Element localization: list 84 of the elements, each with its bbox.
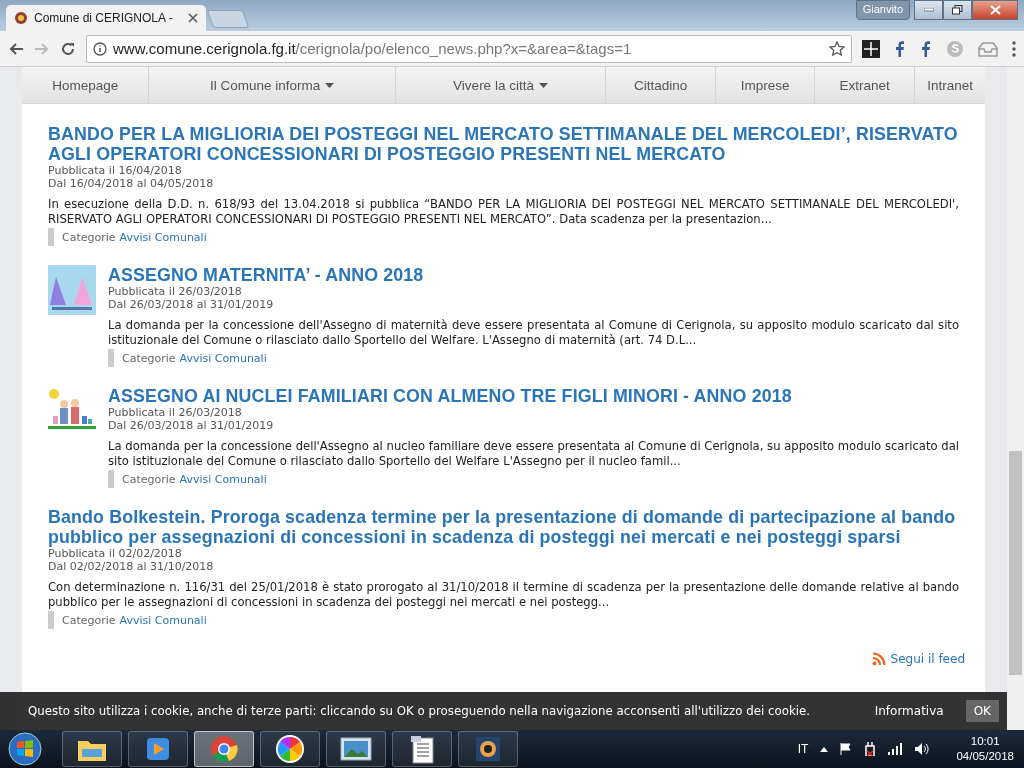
info-icon (93, 41, 107, 56)
chevron-up-icon[interactable] (820, 746, 829, 752)
news-summary: La domanda per la concessione dell'Assegno al nucleo familiare deve essere presentata al Comune di Cerignola, su apposito modulo scaricato dal sito istituzionale del Comune o rilasciato dallo Sportello del Welfare L'Assegno per il nucleo famil... (108, 439, 959, 469)
news-title[interactable]: ASSEGNO MATERNITA’ - ANNO 2018 (108, 265, 959, 285)
date-range: Dal 16/04/2018 al 04/05/2018 (48, 177, 215, 190)
taskbar-app[interactable] (260, 731, 320, 767)
publish-date: Pubblicata il 26/03/2018 (108, 406, 243, 419)
close-icon (989, 5, 1001, 15)
minimize-button[interactable] (914, 0, 943, 20)
category-marker (108, 349, 114, 367)
news-title[interactable]: ASSEGNO AI NUCLEI FAMILIARI CON ALMENO TRE FIGLI MINORI - ANNO 2018 (108, 386, 959, 406)
clock-date: 04/05/2018 (956, 749, 1014, 764)
ok-button[interactable]: OK (965, 700, 999, 722)
signal-icon[interactable] (888, 743, 903, 755)
thumbnail-image (48, 265, 96, 315)
restore-icon (952, 5, 963, 15)
category-marker (48, 228, 54, 246)
scrollbar-thumb[interactable] (1009, 451, 1022, 675)
url-text: www.comune.cerignola.fg.it/cerignola/po/elenco_news.php?x=&area=&tags=1 (113, 40, 632, 57)
scrollbar[interactable] (1007, 67, 1024, 730)
star-icon[interactable] (829, 40, 845, 57)
reload-icon[interactable] (60, 40, 76, 57)
nav-link[interactable]: Extranet (814, 67, 916, 103)
clock-time: 10:01 (970, 734, 1000, 749)
taskbar-app[interactable] (62, 731, 122, 767)
facebook-icon[interactable] (920, 40, 932, 57)
address-bar[interactable]: www.comune.cerignola.fg.it/cerignola/po/elenco_news.php?x=&area=&tags=1 (86, 34, 852, 63)
menu-icon[interactable] (1012, 40, 1016, 57)
close-icon[interactable] (188, 13, 198, 23)
date-range: Dal 26/03/2018 al 31/01/2019 (108, 419, 275, 432)
taskbar-app[interactable] (326, 731, 386, 767)
publish-date: Pubblicata il 16/04/2018 (48, 164, 183, 177)
back-icon[interactable] (8, 40, 24, 57)
nav-link[interactable]: Imprese (716, 67, 815, 103)
play-icon (145, 736, 171, 762)
nav-link[interactable]: Vivere la città (396, 67, 606, 103)
power-icon[interactable] (864, 742, 877, 756)
grid-icon[interactable] (862, 39, 880, 58)
news-summary: Con determinazione n. 116/31 del 25/01/2018 è stato prorogato al 31/10/2018 il termine di scadenza per la presentazione delle domande relative al bando pubblico per le assegnazioni di concessioni in scadenza dei posteggi nei mercati e nei postegg... (48, 580, 959, 610)
chrome-icon (210, 735, 238, 763)
speaker-icon[interactable] (914, 742, 931, 756)
privacy-link[interactable]: Informativa (874, 704, 944, 718)
news-summary: La domanda per la concessione dell'Assegno di maternità deve essere presentata al Comune di Cerignola, su apposito modulo scaricato dal sito istituzionale del Comune o rilasciato dallo Sportello del Welfare. L'Assegno di maternità (art. 74 D.L... (108, 318, 959, 348)
category-link[interactable]: Avvisi Comunali (179, 472, 267, 486)
category-link[interactable]: Avvisi Comunali (119, 230, 207, 244)
nav-link[interactable]: Cittadino (605, 67, 717, 103)
close-button[interactable] (972, 0, 1018, 20)
landscape-icon (340, 737, 372, 761)
category-link[interactable]: Avvisi Comunali (179, 351, 267, 365)
taskbar-app[interactable] (392, 731, 452, 767)
document-icon (409, 734, 435, 764)
news-title[interactable]: Bando Bolkestein. Proroga scadenza termine per la presentazione di domande di partecipazione al bando pubblico per assegnazioni di concessioni in scadenza di posteggi nei mercati e nei posteggi sparsi (48, 507, 959, 547)
start-button[interactable] (6, 731, 44, 767)
category-label: Categorie (62, 613, 116, 627)
cookie-message: Questo sito utilizza i cookie, anche di terze parti: cliccando su OK o proseguendo nella navigazione acconsenti all'utilizzo dei cookie. (28, 704, 811, 718)
category-marker (48, 611, 54, 629)
category-link[interactable]: Avvisi Comunali (119, 613, 207, 627)
date-range: Dal 26/03/2018 al 31/01/2019 (108, 298, 275, 311)
news-summary: In esecuzione della D.D. n. 618/93 del 13.04.2018 si pubblica “BANDO PER LA MIGLIORIA DEI POSTEGGI NEL MERCATO SETTIMANALE DEL MERCOLEDI', RISERVATO AGLI OPERATORI CONCESSIONARI DI POSTEGGIO PRESENTI NEL MERCATO”. Data scadenza per la presentazion... (48, 197, 959, 227)
taskbar-app[interactable] (458, 731, 518, 767)
language-indicator[interactable]: IT (797, 742, 809, 756)
category-label: Categorie (122, 472, 176, 486)
browser-tab[interactable]: Comune di CERIGNOLA - (6, 5, 206, 31)
minimize-icon (923, 8, 934, 12)
flag-icon[interactable] (840, 743, 853, 755)
nav-link[interactable]: Homepage (22, 67, 150, 103)
tab-title: Comune di CERIGNOLA - (34, 11, 173, 25)
facebook-icon[interactable] (894, 40, 906, 57)
publish-date: Pubblicata il 02/02/2018 (48, 547, 183, 560)
publish-date: Pubblicata il 26/03/2018 (108, 285, 243, 298)
category-label: Categorie (122, 351, 176, 365)
nav-link[interactable]: Il Comune informa (149, 67, 397, 103)
nav-link[interactable]: Intranet (915, 67, 985, 103)
news-title[interactable]: BANDO PER LA MIGLIORIA DEI POSTEGGI NEL MERCATO SETTIMANALE DEL MERCOLEDI’, RISERVATO AGLI OPERATORI CONCESSIONARI DI POSTEGGIO PRESENTI NEL MERCATO (48, 124, 959, 164)
feed-link[interactable]: Segui il feed (890, 652, 965, 666)
pinwheel-icon (275, 734, 305, 764)
date-range: Dal 02/02/2018 al 31/10/2018 (48, 560, 215, 573)
clock[interactable]: 10:01 04/05/2018 (956, 734, 1014, 764)
taskbar-app[interactable] (128, 731, 188, 767)
category-label: Categorie (62, 230, 116, 244)
emblem-icon (14, 11, 28, 25)
maximize-button[interactable] (943, 0, 972, 20)
rss-icon (871, 652, 886, 666)
category-marker (108, 470, 114, 488)
